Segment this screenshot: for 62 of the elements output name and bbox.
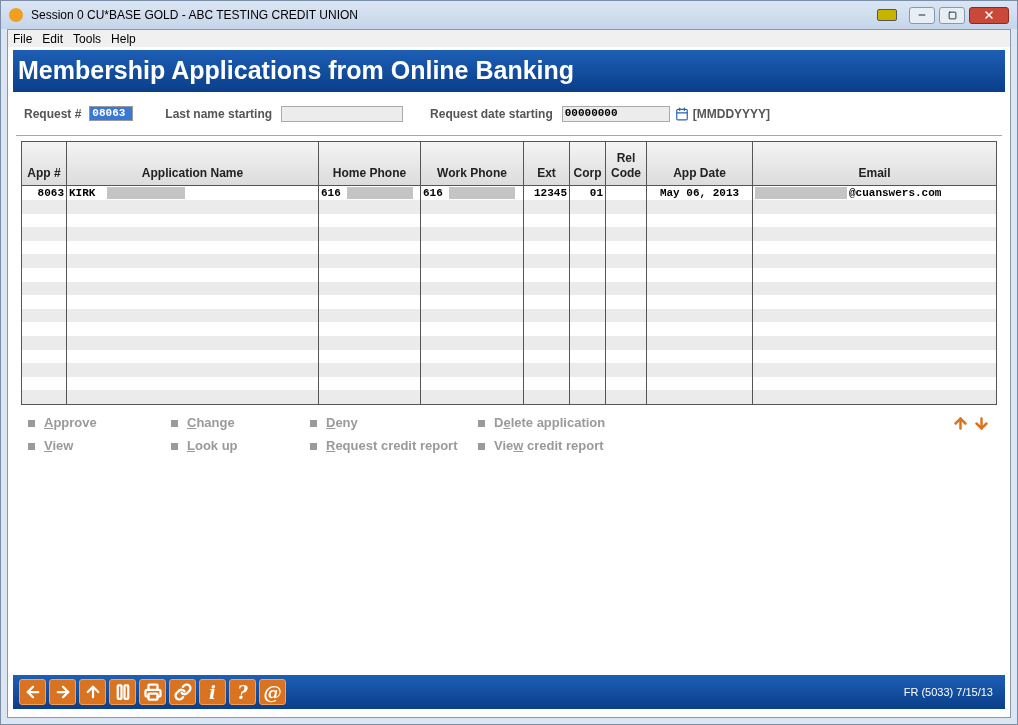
menu-item[interactable]: File (13, 29, 33, 48)
calendar-icon[interactable] (674, 106, 689, 121)
last-name-field[interactable] (281, 105, 404, 122)
status-text: FR (5033) 7/15/13 (903, 684, 993, 700)
action-link[interactable]: View credit report (478, 435, 638, 455)
action-link[interactable]: Approve (28, 413, 171, 433)
toolbar-button[interactable]: @ (259, 679, 286, 705)
request-date-field[interactable]: 00000000 (561, 105, 670, 122)
action-link[interactable]: Deny (310, 413, 478, 433)
minimize-button[interactable] (909, 6, 935, 24)
page-title: Membership Applications from Online Banking (18, 55, 575, 87)
page-up-icon[interactable] (952, 415, 969, 432)
lock-icon (877, 9, 897, 21)
table-cell: 8063 (37, 186, 64, 200)
table-cell: KIRK (69, 186, 96, 200)
toolbar-button[interactable] (79, 679, 106, 705)
toolbar-button[interactable] (49, 679, 76, 705)
column-header: Email (857, 165, 892, 182)
column-header: Rel Code (606, 142, 647, 185)
request-number-field[interactable]: 08063 (89, 106, 134, 121)
toolbar-button[interactable] (109, 679, 136, 705)
table-cell: 01 (589, 186, 603, 200)
printer-icon (143, 683, 162, 701)
redaction-bar (346, 187, 413, 199)
table-cell: 616 (423, 186, 443, 200)
action-link[interactable]: Delete application (478, 413, 638, 433)
date-format-hint: [MMDDYYYY] (692, 105, 771, 123)
table-cell: May 06, 2013 (659, 186, 740, 200)
column-header: Ext (524, 142, 570, 185)
window-title: Session 0 CU*BASE GOLD - ABC TESTING CREDIT UNION (31, 7, 358, 24)
action-link[interactable]: View (28, 435, 171, 455)
table-cell: 12345 (534, 186, 567, 200)
field-label: Request # (24, 105, 82, 123)
action-link[interactable]: Change (171, 413, 310, 433)
close-button[interactable] (969, 6, 1009, 24)
column-header: App Date (647, 142, 753, 185)
toolbar-button[interactable] (19, 679, 46, 705)
action-link[interactable]: Request credit report (310, 435, 478, 455)
page-down-icon[interactable] (973, 415, 990, 432)
toolbar-button[interactable] (169, 679, 196, 705)
toolbar-button[interactable]: i (199, 679, 226, 705)
column-header: Work Phone (421, 142, 524, 185)
app-icon (9, 8, 23, 22)
toolbar-button[interactable]: ? (229, 679, 256, 705)
menu-item[interactable]: Help (111, 29, 136, 48)
column-header: App # (22, 142, 67, 185)
table-cell: @cuanswers.com (849, 186, 942, 200)
column-header: Corp (570, 142, 606, 185)
table-cell: 616 (321, 186, 341, 200)
field-label: Last name starting (165, 105, 273, 123)
menu-item[interactable]: Tools (73, 29, 102, 48)
link-icon (173, 683, 192, 701)
column-header: Home Phone (319, 142, 421, 185)
close-icon (983, 9, 995, 21)
field-label: Request date starting (430, 105, 553, 123)
maximize-icon (947, 10, 957, 20)
action-link[interactable]: Look up (171, 435, 310, 455)
redaction-bar (448, 187, 515, 199)
column-header: Application Name (67, 142, 319, 185)
maximize-button[interactable] (939, 6, 965, 24)
toolbar-button[interactable] (139, 679, 166, 705)
menu-item[interactable]: Edit (42, 29, 64, 48)
